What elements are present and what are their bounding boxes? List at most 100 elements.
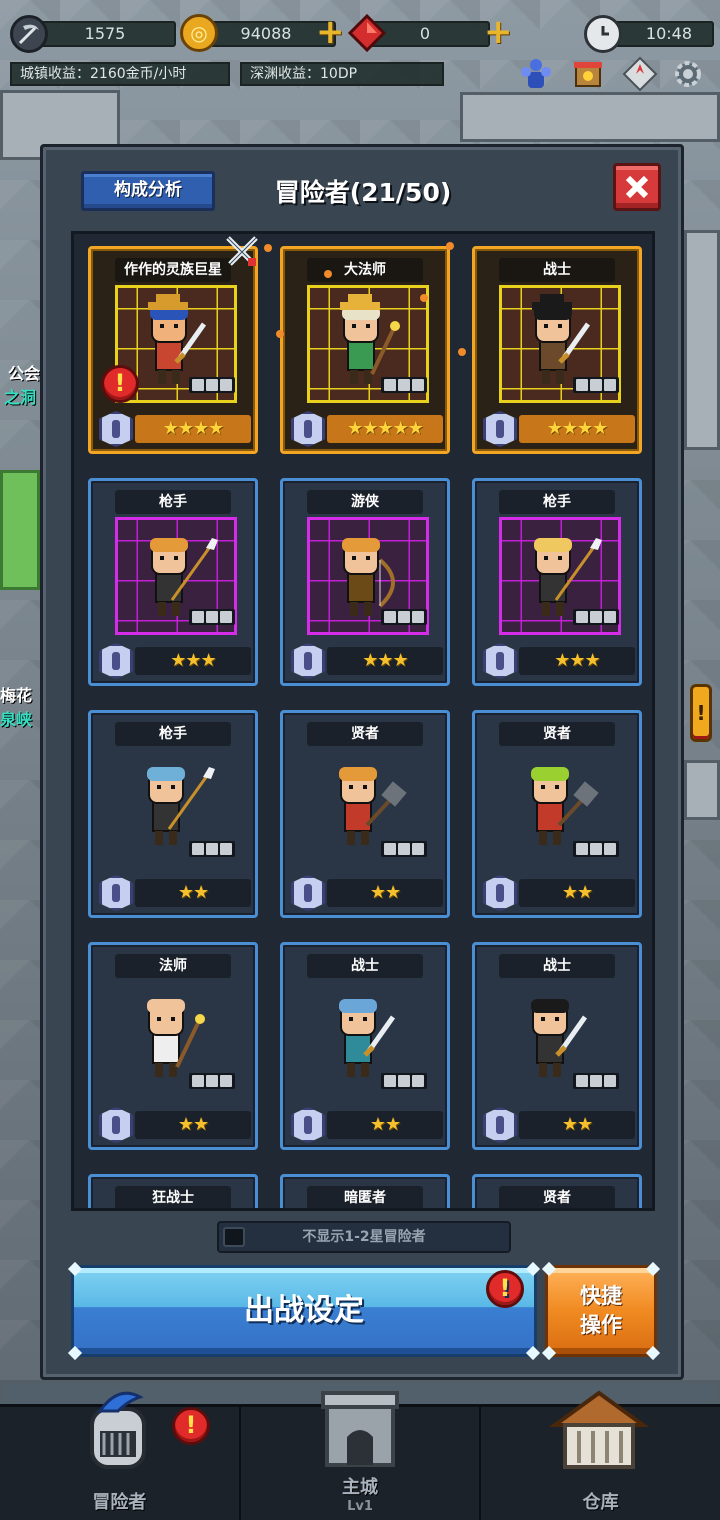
rank-badge-icon	[291, 643, 325, 679]
adventurer-name: 枪手	[499, 490, 615, 514]
weapon-slot-icon	[384, 611, 396, 623]
adventurer-name: 战士	[499, 954, 615, 978]
adventurer-card[interactable]: 战士 ★★	[280, 942, 450, 1150]
map-alert-icon[interactable]: !	[690, 684, 712, 742]
quick-label-line2: 操作	[580, 1313, 622, 1337]
scythe-icon	[10, 15, 48, 53]
equipment-slots	[573, 1073, 619, 1089]
equipment-slots	[189, 1073, 235, 1089]
castle-level: Lv1	[347, 1499, 373, 1514]
gear-icon[interactable]	[668, 54, 708, 94]
adventurer-card[interactable]: 法师 ★★	[88, 942, 258, 1150]
corner-gem	[67, 1261, 83, 1277]
star-rating: ★★★★★	[327, 415, 443, 443]
corner-gem	[525, 1261, 541, 1277]
adventurer-card[interactable]: 暗匿者	[280, 1174, 450, 1208]
adventurer-name: 战士	[499, 258, 615, 282]
armor-slot-icon	[206, 611, 218, 623]
rank-badge-icon	[99, 875, 133, 911]
adventurer-card[interactable]: 贤者 ★★	[280, 710, 450, 918]
adventurer-card[interactable]: 大法师 ★★★★★	[280, 246, 450, 454]
sparkle-effect	[276, 330, 284, 338]
adventurer-card[interactable]: 作作的灵族巨星 ★★★★!	[88, 246, 258, 454]
nav-label-warehouse: 仓库	[582, 1492, 619, 1513]
shop-icon[interactable]	[568, 54, 608, 94]
star-rating: ★★	[327, 1111, 443, 1139]
armor-slot-icon	[398, 379, 410, 391]
adventurer-card[interactable]: 游侠 ★★★	[280, 478, 450, 686]
sign-spring: 泉峡	[0, 710, 33, 729]
armor-slot-icon	[590, 611, 602, 623]
filter-toggle[interactable]: 不显示1-2星冒险者	[217, 1221, 511, 1253]
corner-gem	[541, 1345, 557, 1361]
adventurer-card[interactable]: 战士 ★★	[472, 942, 642, 1150]
adventurer-card[interactable]: 狂战士	[88, 1174, 258, 1208]
deploy-settings-button[interactable]: 出战设定 !	[67, 1261, 541, 1361]
star-rating: ★★★	[135, 647, 251, 675]
boots-slot-icon	[412, 843, 424, 855]
star-rating: ★★	[135, 1111, 251, 1139]
adventurer-name: 暗匿者	[307, 1186, 423, 1208]
rank-badge-icon	[483, 643, 517, 679]
adventurer-card[interactable]: 贤者	[472, 1174, 642, 1208]
weapon-slot-icon	[192, 379, 204, 391]
armor-slot-icon	[398, 1075, 410, 1087]
star-rating: ★★	[519, 879, 635, 907]
sparkle-effect	[324, 270, 332, 278]
weapon-slot-icon	[576, 1075, 588, 1087]
adventurer-card[interactable]: 枪手 ★★★	[88, 478, 258, 686]
boots-slot-icon	[220, 611, 232, 623]
exclamation-icon: !	[101, 365, 139, 403]
add-gold-button[interactable]: +	[316, 15, 345, 49]
abyss-income: 深渊收益：10DP	[240, 62, 444, 86]
weapon-slot-icon	[384, 1075, 396, 1087]
adventurer-card[interactable]: 枪手 ★★	[88, 710, 258, 918]
adventurer-name: 战士	[307, 954, 423, 978]
boots-slot-icon	[412, 611, 424, 623]
compass-icon[interactable]	[620, 54, 660, 94]
armor-slot-icon	[590, 843, 602, 855]
knight-helmet-icon	[90, 1391, 146, 1469]
equipment-slots	[573, 841, 619, 857]
weapon-slot-icon	[192, 611, 204, 623]
background-grass	[0, 470, 40, 590]
rank-badge-icon	[99, 1107, 133, 1143]
analysis-button[interactable]: 构成分析	[81, 171, 215, 211]
close-button[interactable]	[613, 163, 661, 211]
nav-adventurers[interactable]: ! 冒险者	[0, 1391, 241, 1520]
equipment-slots	[573, 377, 619, 393]
nav-label-castle: 主城	[342, 1477, 378, 1498]
filter-checkbox[interactable]	[223, 1227, 245, 1247]
background-wall	[460, 92, 720, 142]
nav-castle[interactable]: 主城 Lv1	[241, 1391, 482, 1520]
adventurer-card[interactable]: 贤者 ★★	[472, 710, 642, 918]
filter-label: 不显示1-2星冒险者	[302, 1229, 426, 1245]
nav-warehouse[interactable]: 仓库	[481, 1390, 720, 1520]
star-rating: ★★★	[327, 647, 443, 675]
adventurer-card[interactable]: 战士 ★★★★	[472, 246, 642, 454]
rank-badge-icon	[291, 875, 325, 911]
boots-slot-icon	[604, 843, 616, 855]
quick-actions-button[interactable]: 快捷 操作	[541, 1261, 661, 1361]
equipment-slots	[381, 841, 427, 857]
exclamation-icon: !	[172, 1407, 210, 1445]
equipment-slots	[189, 609, 235, 625]
adventurer-grid[interactable]: 作作的灵族巨星 ★★★★! 大法师 ★★★★★ 战士 ★★★★ 枪手 ★★★ 游侠 ★★★ 枪手 ★★…	[71, 231, 655, 1211]
rank-badge-icon	[291, 411, 325, 447]
boots-slot-icon	[412, 379, 424, 391]
add-gem-button[interactable]: +	[484, 15, 513, 49]
armor-slot-icon	[206, 1075, 218, 1087]
boots-slot-icon	[604, 379, 616, 391]
boots-slot-icon	[412, 1075, 424, 1087]
weapon-slot-icon	[576, 379, 588, 391]
star-rating: ★★★★	[519, 415, 635, 443]
equipment-slots	[573, 609, 619, 625]
adventurer-card[interactable]: 枪手 ★★★	[472, 478, 642, 686]
star-rating: ★★	[519, 1111, 635, 1139]
background-stall	[684, 760, 720, 820]
adventurer-name: 狂战士	[115, 1186, 231, 1208]
rank-badge-icon	[483, 411, 517, 447]
party-icon[interactable]	[516, 54, 556, 94]
quick-label-line1: 快捷	[580, 1284, 622, 1308]
star-rating: ★★★★	[135, 415, 251, 443]
